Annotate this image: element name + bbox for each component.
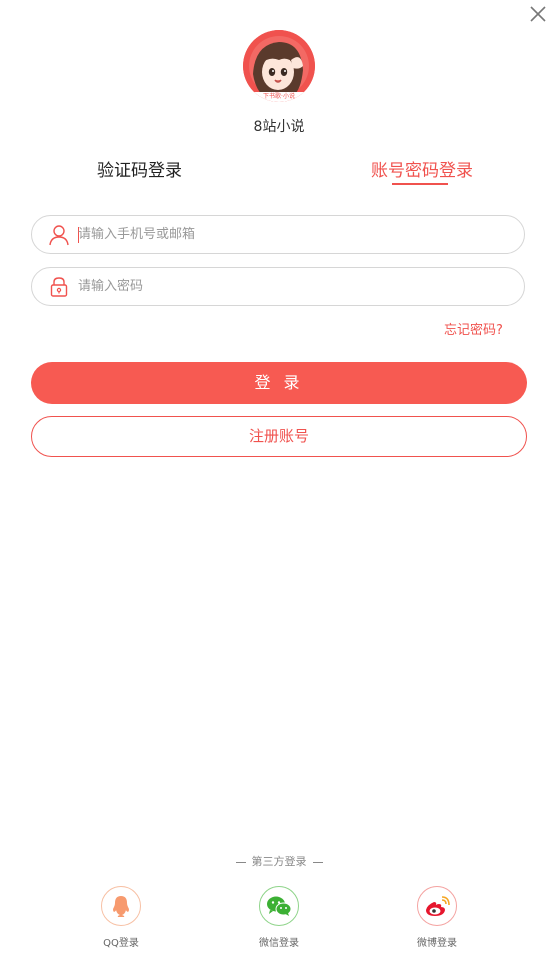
lock-icon [48, 276, 70, 298]
tab-password-login[interactable]: 账号密码登录 [371, 156, 473, 181]
close-icon[interactable] [526, 2, 550, 26]
wechat-login-label: 微信登录 [259, 938, 299, 949]
qq-icon [101, 886, 141, 926]
login-button[interactable]: 登 录 [31, 362, 527, 404]
password-field[interactable] [31, 267, 525, 306]
active-tab-indicator [392, 183, 448, 185]
divider-left [235, 861, 246, 863]
divider-right [312, 861, 323, 863]
wechat-icon [259, 886, 299, 926]
forgot-password-link[interactable]: 忘记密码? [444, 319, 503, 338]
weibo-login-button[interactable]: 微博登录 [397, 886, 477, 949]
username-field[interactable] [31, 215, 525, 254]
username-input[interactable] [78, 216, 498, 253]
third-party-title-text: 第三方登录 [251, 855, 307, 868]
qq-login-button[interactable]: QQ登录 [81, 886, 161, 949]
app-name: 8站小说 [253, 119, 305, 135]
weibo-login-label: 微博登录 [417, 938, 457, 949]
tab-sms-login[interactable]: 验证码登录 [97, 156, 182, 181]
weibo-icon [417, 886, 457, 926]
password-input[interactable] [78, 268, 498, 305]
wechat-login-button[interactable]: 微信登录 [239, 886, 319, 949]
avatar-caption: 下书歌·小说 [263, 93, 295, 100]
app-avatar: 下书歌·小说 [243, 30, 315, 102]
register-button[interactable]: 注册账号 [31, 416, 527, 457]
third-party-title: 第三方登录 [0, 853, 558, 869]
user-icon [48, 224, 70, 246]
qq-login-label: QQ登录 [103, 938, 139, 949]
